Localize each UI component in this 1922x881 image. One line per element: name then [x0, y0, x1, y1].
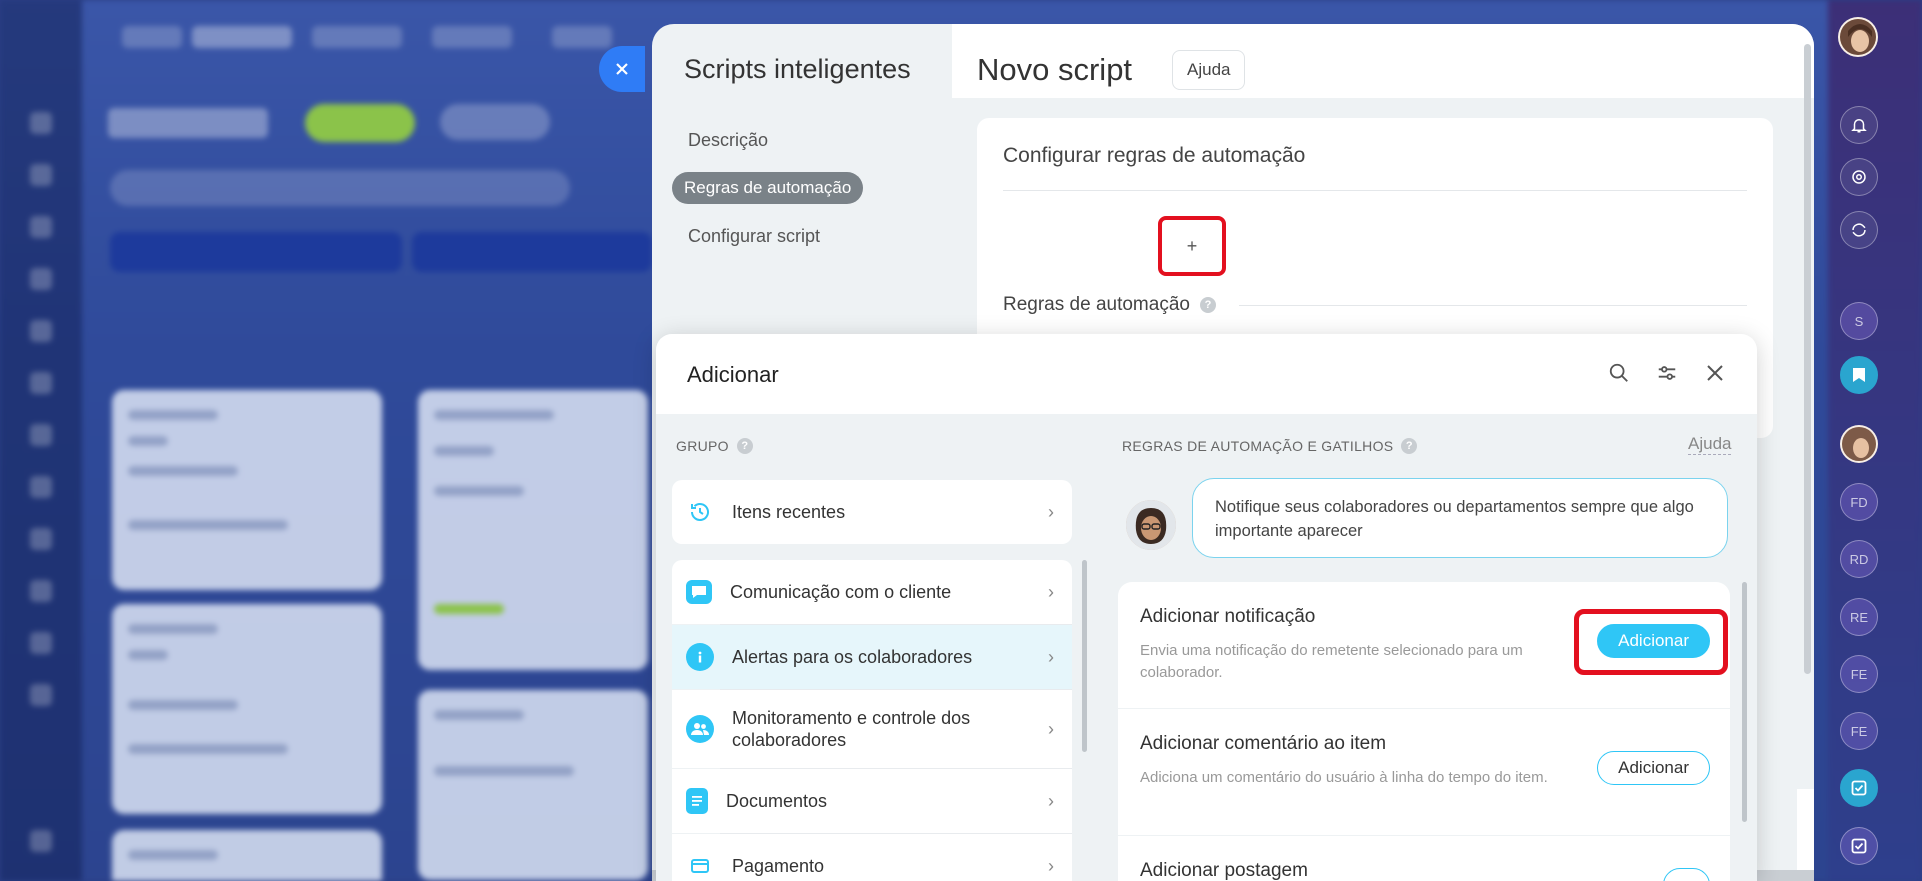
rule-description: Adiciona um comentário do usuário à linh…	[1140, 769, 1548, 786]
assistant-avatar	[1126, 500, 1176, 550]
chevron-right-icon: ›	[1048, 646, 1054, 667]
group-item-customer-communication[interactable]: Comunicação com o cliente ›	[672, 560, 1072, 624]
chevron-right-icon: ›	[1048, 581, 1054, 602]
task-icon[interactable]	[1840, 769, 1878, 807]
nav-item-configure-script[interactable]: Configurar script	[688, 226, 820, 247]
users-icon	[686, 715, 714, 743]
pulse-icon[interactable]	[1840, 158, 1878, 196]
group-item-documents[interactable]: Documentos ›	[672, 769, 1072, 833]
add-comment-button[interactable]: Adicionar	[1597, 751, 1710, 785]
divider	[1239, 305, 1747, 306]
rule-card-add-comment: Adicionar comentário ao item Adiciona um…	[1118, 709, 1730, 835]
panel-scrollbar[interactable]	[1804, 44, 1811, 674]
filter-settings-icon[interactable]	[1652, 358, 1682, 388]
plus-icon: +	[1186, 235, 1198, 256]
rule-title: Adicionar comentário ao item	[1140, 733, 1387, 754]
rail-avatar-2[interactable]: FD	[1840, 483, 1878, 521]
group-list-scrollbar[interactable]	[1082, 560, 1087, 752]
rules-header: REGRAS DE AUTOMAÇÃO E GATILHOS ?	[1122, 438, 1418, 454]
contact-avatar[interactable]	[1840, 425, 1878, 463]
help-question-icon[interactable]: ?	[1199, 297, 1216, 313]
group-item-employee-monitoring[interactable]: Monitoramento e controle dos colaborador…	[672, 690, 1072, 768]
document-icon	[686, 788, 708, 814]
group-item-recent[interactable]: Itens recentes ›	[672, 480, 1072, 544]
add-rule-button[interactable]: +	[1158, 216, 1226, 276]
highlight-frame	[1574, 609, 1728, 675]
history-icon	[686, 498, 714, 526]
task-list-icon[interactable]	[1840, 827, 1878, 865]
rule-card-add-post: Adicionar postagem	[1118, 836, 1730, 881]
rail-avatar-1[interactable]: S	[1840, 302, 1878, 340]
panel-title: Scripts inteligentes	[684, 54, 911, 84]
group-item-payment[interactable]: Pagamento ›	[672, 834, 1072, 881]
chevron-right-icon: ›	[1048, 855, 1054, 876]
chevron-right-icon: ›	[1048, 790, 1054, 811]
rail-avatar-4[interactable]: RE	[1840, 598, 1878, 636]
rule-title: Adicionar postagem	[1140, 860, 1308, 881]
sync-icon[interactable]	[1840, 211, 1878, 249]
left-navigation	[0, 0, 82, 881]
add-rule-popup: Adicionar GRUPO ? Itens recentes › Comun…	[656, 334, 1757, 881]
card-title: Configurar regras de automação	[1003, 144, 1306, 167]
rail-avatar-3[interactable]: RD	[1840, 540, 1878, 578]
page-title: Novo script	[977, 52, 1133, 87]
help-button[interactable]: Ajuda	[1172, 50, 1246, 90]
group-item-employee-alerts[interactable]: Alertas para os colaboradores ›	[672, 625, 1072, 689]
hint-bubble: Notifique seus colaboradores ou departam…	[1192, 478, 1728, 558]
rules-list-scrollbar[interactable]	[1742, 582, 1747, 822]
nav-item-automation-rules[interactable]: Regras de automação	[672, 172, 864, 204]
rule-description: Envia uma notificação do remetente selec…	[1140, 642, 1523, 681]
rail-avatar-6[interactable]: FE	[1840, 712, 1878, 750]
bookmark-icon[interactable]	[1840, 356, 1878, 394]
chat-icon	[686, 580, 712, 604]
chevron-right-icon: ›	[1048, 501, 1054, 522]
popup-title: Adicionar	[687, 362, 779, 387]
search-icon[interactable]	[1604, 358, 1634, 388]
user-avatar[interactable]	[1838, 17, 1878, 57]
rail-avatar-5[interactable]: FE	[1840, 655, 1878, 693]
popup-header: Adicionar	[656, 334, 1757, 414]
divider	[1003, 190, 1747, 191]
help-question-icon[interactable]: ?	[1401, 438, 1418, 454]
info-icon	[686, 643, 714, 671]
payment-icon	[686, 852, 714, 880]
close-icon[interactable]	[1700, 358, 1730, 388]
bell-icon[interactable]	[1840, 106, 1878, 144]
help-link[interactable]: Ajuda	[1688, 434, 1732, 455]
help-question-icon[interactable]: ?	[736, 438, 753, 454]
chevron-right-icon: ›	[1048, 718, 1054, 739]
rule-title: Adicionar notificação	[1140, 606, 1316, 627]
rules-section-label: Regras de automação ?	[1003, 294, 1216, 316]
close-slider-button[interactable]	[599, 46, 645, 92]
group-header: GRUPO ?	[676, 438, 753, 454]
add-post-button[interactable]	[1663, 868, 1710, 881]
nav-item-description[interactable]: Descrição	[688, 130, 768, 151]
close-icon	[616, 63, 628, 75]
